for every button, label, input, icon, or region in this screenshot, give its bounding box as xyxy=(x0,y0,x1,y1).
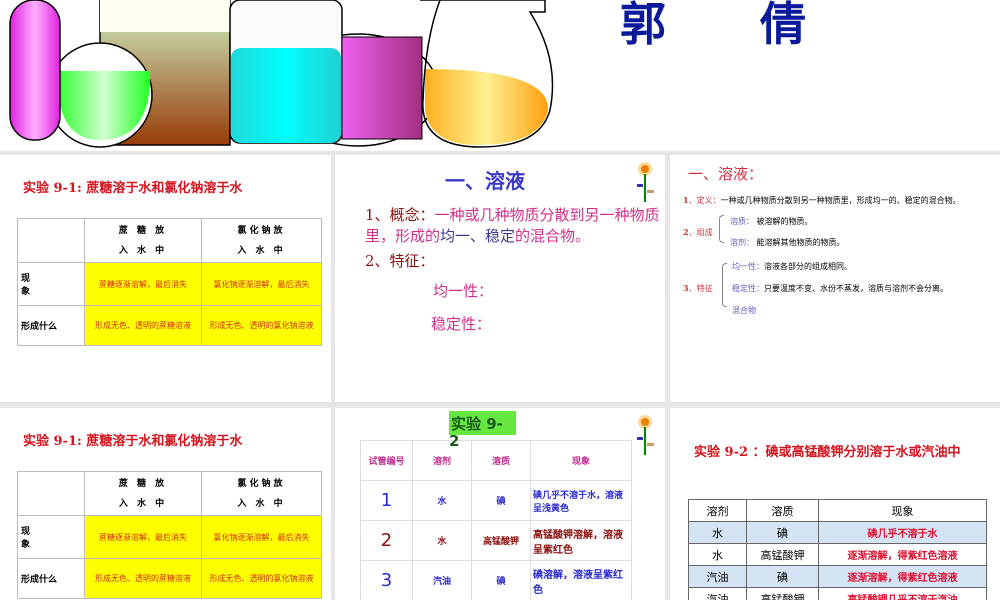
header-text: 入 水 中 xyxy=(237,498,286,509)
label: 、定义： xyxy=(688,196,721,205)
header-cell: 现象 xyxy=(818,499,987,522)
row-label: 形成什么 xyxy=(17,305,85,346)
text: 溶液各部分的组成相同。 xyxy=(764,262,852,271)
slide-title: 一、溶液： xyxy=(688,165,764,183)
slide-thumb-exp91-copy[interactable]: 实验 9-1: 蔗糖溶于水和氯化钠溶于水 蔗 糖 放入 水 中 氯化钠放入 水 中… xyxy=(0,408,331,600)
header-text: 氯化钠放 xyxy=(237,478,286,489)
cell: 蔗糖逐渐溶解，最后消失 xyxy=(84,262,202,306)
text: 只要温度不变、水份不蒸发，溶质与溶剂不会分离。 xyxy=(764,284,948,293)
slide-title: 一、溶液 xyxy=(445,169,525,193)
cell: 汽油 xyxy=(688,587,747,600)
slide-thumb-exp92-table[interactable]: 试管编号 溶剂 溶质 现象 1 水碘碘几乎不溶于水，溶液呈浅黄色 2 水高锰酸钾 高锰酸钾溶… xyxy=(335,408,665,600)
cell: 水 xyxy=(688,543,747,566)
cell: 水 xyxy=(412,520,472,561)
cell: 形成无色、透明的氯化钠溶液 xyxy=(201,558,322,599)
text: 被溶解的物质。 xyxy=(756,217,813,226)
row-label: 现 xyxy=(21,527,31,537)
cell: 氯化钠逐渐溶解，最后消失 xyxy=(201,262,322,306)
cell: 碘几乎不溶于水 xyxy=(818,521,987,544)
cell: 汽油 xyxy=(688,565,747,588)
header-text: 入 水 中 xyxy=(237,245,286,256)
cell: 碘 xyxy=(471,480,531,521)
cell: 高锰酸钾溶解，溶液呈紫红色 xyxy=(530,520,632,561)
cell: 3 xyxy=(360,560,413,600)
flower-icon xyxy=(637,162,654,202)
badge-text: 实验 9- xyxy=(451,415,503,433)
header-cell: 现象 xyxy=(530,440,632,481)
concept-label: 1、概念： xyxy=(365,206,435,224)
slide-title: 实验 9-2 ：碘或高锰酸钾分别溶于水或汽油中 xyxy=(694,445,961,460)
row-label: 象 xyxy=(21,287,31,297)
definition: 一种或几种物质分散到另一种物质里，形成均一的、稳定的混合物。 xyxy=(720,196,961,205)
cell: 高锰酸钾 xyxy=(471,520,531,561)
cell: 高锰酸钾几乎不溶于汽油 xyxy=(818,587,987,600)
author-name-given: 倩 xyxy=(760,0,806,51)
feature-homogeneity: 均一性： xyxy=(433,282,494,300)
cell: 水 xyxy=(688,521,747,544)
exp91-table: 蔗 糖 放入 水 中 氯化钠放入 水 中 现象 蔗糖逐渐溶解，最后消失 氯化钠逐渐溶解… xyxy=(17,218,322,346)
cell: 1 xyxy=(360,480,413,521)
header-cell: 溶剂 xyxy=(688,499,747,522)
slide-thumb-exp91[interactable]: 实验 9-1: 蔗糖溶于水和氯化钠溶于水 蔗 糖 放入 水 中 氯化钠放入 水 中… xyxy=(0,155,331,402)
label: 、组成 xyxy=(688,228,713,237)
cell: 碘 xyxy=(471,560,531,600)
header-cell: 试管编号 xyxy=(360,440,413,481)
header-cell: 溶质 xyxy=(746,499,819,522)
header-text: 氯化钠放 xyxy=(237,225,286,236)
cell: 蔗糖逐渐溶解，最后消失 xyxy=(84,515,202,559)
feature-label: 2、特征： xyxy=(365,252,435,270)
cell: 碘几乎不溶于水，溶液呈浅黄色 xyxy=(530,480,632,521)
label: 、特征 xyxy=(688,284,713,293)
cell: 碘 xyxy=(746,521,819,544)
brace xyxy=(719,215,724,243)
cell: 形成无色、透明的蔗糖溶液 xyxy=(84,558,202,599)
author-name-family: 郭 xyxy=(620,0,666,51)
label: 均一性： xyxy=(732,262,764,271)
header-text: 入 水 中 xyxy=(118,498,168,509)
exp92-summary-table: 溶剂 溶质 现象 水碘碘几乎不溶于水 水高锰酸钾 逐渐溶解，得紫红色溶液 汽油碘逐渐溶… xyxy=(688,499,987,600)
slide-thumb-notes[interactable]: 一、溶液： 1、定义：一种或几种物质分散到另一种物质里，形成均一的、稳定的混合物… xyxy=(670,155,1000,402)
header-text: 蔗 糖 放 xyxy=(118,478,168,489)
label: 溶剂： xyxy=(730,238,754,247)
concept-keywords: 均一、稳定 xyxy=(440,227,516,245)
concept-text: 的混合物。 xyxy=(515,227,591,245)
exp91-table: 蔗 糖 放入 水 中 氯化钠放入 水 中 现象 蔗糖逐渐溶解，最后消失 氯化钠逐渐溶解… xyxy=(17,471,322,599)
header-cell: 溶剂 xyxy=(412,440,472,481)
header-text: 蔗 糖 放 xyxy=(118,225,168,236)
cell: 高锰酸钾 xyxy=(746,587,819,600)
cell: 形成无色、透明的氯化钠溶液 xyxy=(201,305,322,346)
flower-icon xyxy=(637,415,654,455)
title-slide[interactable]: 郭 倩 xyxy=(0,0,1000,151)
cell: 水 xyxy=(412,480,472,521)
cell: 碘 xyxy=(746,565,819,588)
row-label: 形成什么 xyxy=(17,558,85,599)
slide-title: 实验 9-1: 蔗糖溶于水和氯化钠溶于水 xyxy=(23,434,243,449)
cell: 碘溶解，溶液呈紫红色 xyxy=(530,560,632,600)
row-label: 现 xyxy=(21,274,31,284)
cell: 氯化钠逐渐溶解，最后消失 xyxy=(201,515,322,559)
header-cell: 溶质 xyxy=(471,440,531,481)
label: 稳定性： xyxy=(732,284,764,293)
exp92-table: 试管编号 溶剂 溶质 现象 1 水碘碘几乎不溶于水，溶液呈浅黄色 2 水高锰酸钾 高锰酸钾溶… xyxy=(360,440,632,600)
cell: 逐渐溶解，得紫红色溶液 xyxy=(818,543,987,566)
slide-thumb-solution[interactable]: 一、溶液 1、概念：一种或几种物质分散到另一种物质里，形成的均一、稳定的混合物。… xyxy=(335,155,665,402)
label: 溶质： xyxy=(730,217,754,226)
row-label: 象 xyxy=(21,540,31,550)
cell: 汽油 xyxy=(412,560,472,600)
cell: 逐渐溶解，得紫红色溶液 xyxy=(818,565,987,588)
slide-thumb-exp92-summary[interactable]: 实验 9-2 ：碘或高锰酸钾分别溶于水或汽油中 溶剂 溶质 现象 水碘碘几乎不溶于水… xyxy=(670,408,1000,600)
cell: 2 xyxy=(360,520,413,561)
cell: 形成无色、透明的蔗糖溶液 xyxy=(84,305,202,346)
feature-stability: 稳定性： xyxy=(431,315,492,333)
badge-text-wrap: 2 xyxy=(449,432,460,450)
slide-title: 实验 9-1: 蔗糖溶于水和氯化钠溶于水 xyxy=(23,181,243,196)
brace xyxy=(722,263,727,307)
cell: 高锰酸钾 xyxy=(746,543,819,566)
label: 混合物 xyxy=(732,306,756,315)
text: 能溶解其他物质的物质。 xyxy=(756,238,845,247)
lab-glassware-illustration xyxy=(9,0,554,148)
header-text: 入 水 中 xyxy=(118,245,168,256)
